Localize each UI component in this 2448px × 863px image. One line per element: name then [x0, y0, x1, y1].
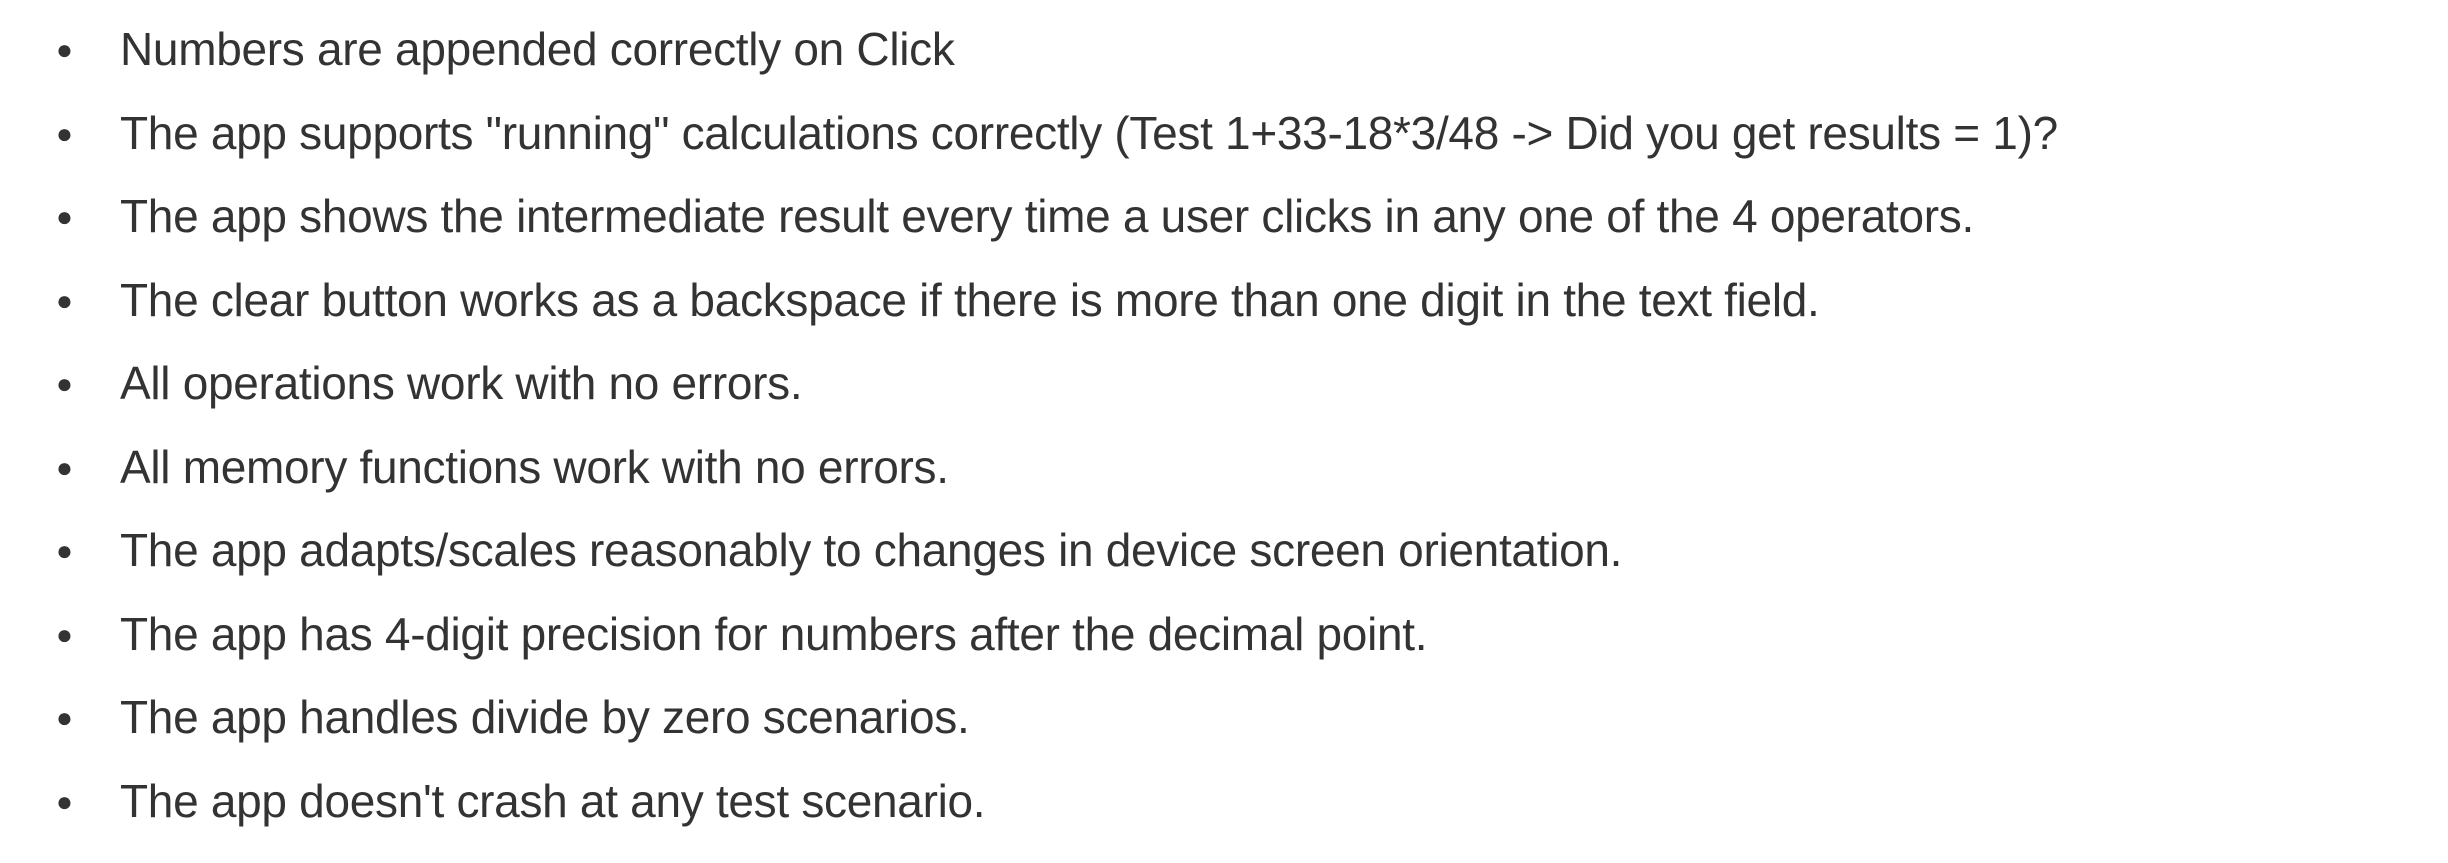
list-item: Numbers are appended correctly on Click [120, 8, 2408, 92]
list-item: The app handles divide by zero scenarios… [120, 676, 2408, 760]
list-item: All memory functions work with no errors… [120, 426, 2408, 510]
list-item: The app shows the intermediate result ev… [120, 175, 2408, 259]
bullet-list: Numbers are appended correctly on Click … [40, 8, 2408, 843]
list-item: The app supports "running" calculations … [120, 92, 2408, 176]
list-item: The clear button works as a backspace if… [120, 259, 2408, 343]
list-item: The app doesn't crash at any test scenar… [120, 760, 2408, 844]
list-item: The app has 4-digit precision for number… [120, 593, 2408, 677]
document-content: Numbers are appended correctly on Click … [0, 0, 2448, 863]
list-item: All operations work with no errors. [120, 342, 2408, 426]
list-item: The app adapts/scales reasonably to chan… [120, 509, 2408, 593]
